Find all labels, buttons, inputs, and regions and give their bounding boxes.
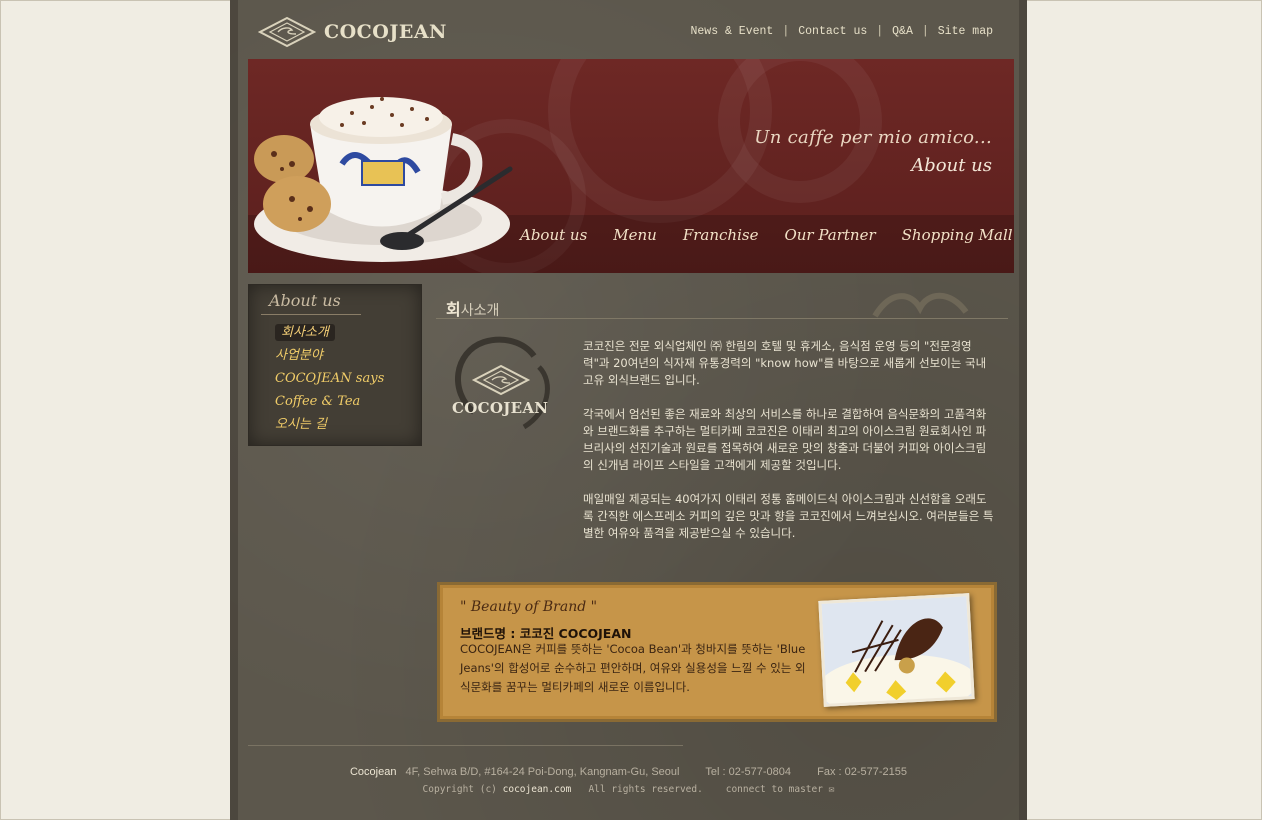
main-nav: About us Menu Franchise Our Partner Shop… [520, 226, 1013, 244]
logo-text: COCOJEAN [324, 21, 447, 43]
footer-tel: Tel : 02-577-0804 [705, 766, 791, 778]
footer-copyright: Copyright (c) cocojean.com All rights re… [230, 784, 1027, 795]
intro-text: 코코진은 전문 외식업체인 ㈜ 한림의 호텔 및 휴게소, 음식점 운영 등의 … [583, 338, 995, 559]
banner-slogan: Un caffe per mio amico... [754, 127, 992, 148]
sidebar-item-coffee-tea[interactable]: Coffee & Tea [275, 390, 384, 413]
nav-our-partner[interactable]: Our Partner [784, 226, 875, 244]
separator: | [921, 25, 929, 38]
logo[interactable]: COCOJEAN [258, 16, 447, 48]
site-container: COCOJEAN News & Event | Contact us | Q&A… [230, 0, 1027, 820]
page-title-initial: 회 [446, 300, 461, 319]
nav-shopping-mall[interactable]: Shopping Mall [902, 226, 1013, 244]
ornament-icon [872, 292, 969, 318]
diamond-logo-icon [258, 16, 316, 48]
divider [248, 745, 683, 746]
sidebar-item-label: Coffee & Tea [275, 394, 361, 409]
divider [261, 314, 361, 315]
hero-banner: Un caffe per mio amico... About us About… [248, 59, 1014, 273]
sidebar-item-label: 오시는 길 [275, 417, 327, 432]
footer-address: Cocojean 4F, Sehwa B/D, #164-24 Poi-Dong… [230, 766, 1027, 778]
separator: | [782, 25, 790, 38]
separator: | [876, 25, 884, 38]
sidebar-item-business[interactable]: 사업분야 [275, 344, 384, 367]
brand-description: COCOJEAN은 커피를 뜻하는 'Cocoa Bean'과 청바지를 뜻하는… [460, 642, 806, 694]
paragraph: 각국에서 엄선된 좋은 재료와 최상의 서비스를 하나로 결합하여 음식문화의 … [583, 407, 987, 472]
page-title: 회사소개 [446, 296, 499, 320]
right-edge [1019, 0, 1027, 820]
nav-about-us[interactable]: About us [520, 226, 587, 244]
coffee-cup-illustration [254, 97, 513, 262]
paragraph: 매일매일 제공되는 40여가지 이태리 정통 홈메이드식 아이스크림과 신선함을… [583, 492, 994, 540]
footer-company: Cocojean [349, 766, 397, 778]
sidebar-item-says[interactable]: COCOJEAN says [275, 367, 384, 390]
sidebar-item-label: 회사소개 [275, 324, 335, 341]
cocojean-emblem-icon [455, 336, 550, 430]
nav-franchise[interactable]: Franchise [683, 226, 759, 244]
footer-rights: All rights reserved. [588, 784, 703, 795]
brand-box: " Beauty of Brand " 브랜드명 : 코코진 COCOJEAN … [440, 585, 994, 719]
top-link-sitemap[interactable]: Site map [938, 25, 993, 38]
divider [436, 318, 1008, 319]
left-edge [230, 0, 238, 820]
emblem-text: COCOJEAN [452, 399, 549, 417]
top-link-qna[interactable]: Q&A [892, 25, 913, 38]
page-title-rest: 사소개 [460, 303, 500, 319]
top-link-news[interactable]: News & Event [691, 25, 774, 38]
top-link-contact[interactable]: Contact us [798, 25, 867, 38]
top-nav: News & Event | Contact us | Q&A | Site m… [691, 25, 994, 38]
copyright-prefix: Copyright (c) [422, 784, 497, 795]
sidebar-menu: 회사소개 사업분야 COCOJEAN says Coffee & Tea 오시는… [275, 321, 384, 436]
sidebar-item-label: 사업분야 [275, 348, 323, 363]
connect-to-master-link[interactable]: connect to master [726, 784, 823, 795]
sidebar-item-label: COCOJEAN says [275, 371, 385, 386]
footer-address-text: 4F, Sehwa B/D, #164-24 Poi-Dong, Kangnam… [405, 766, 680, 778]
mail-icon[interactable]: ✉ [829, 784, 835, 795]
banner-subtitle: About us [911, 155, 992, 176]
sidebar: About us 회사소개 사업분야 COCOJEAN says Coffee … [248, 284, 422, 446]
sidebar-item-company-intro[interactable]: 회사소개 [275, 321, 384, 344]
sidebar-item-directions[interactable]: 오시는 길 [275, 413, 384, 436]
footer-fax: Fax : 02-577-2155 [817, 766, 908, 778]
sidebar-title: About us [269, 291, 341, 310]
paragraph: 코코진은 전문 외식업체인 ㈜ 한림의 호텔 및 휴게소, 음식점 운영 등의 … [583, 339, 987, 387]
dessert-photo [818, 593, 975, 707]
nav-menu[interactable]: Menu [613, 226, 657, 244]
footer-domain: cocojean.com [502, 784, 572, 795]
brand-heading: " Beauty of Brand " [460, 599, 598, 615]
